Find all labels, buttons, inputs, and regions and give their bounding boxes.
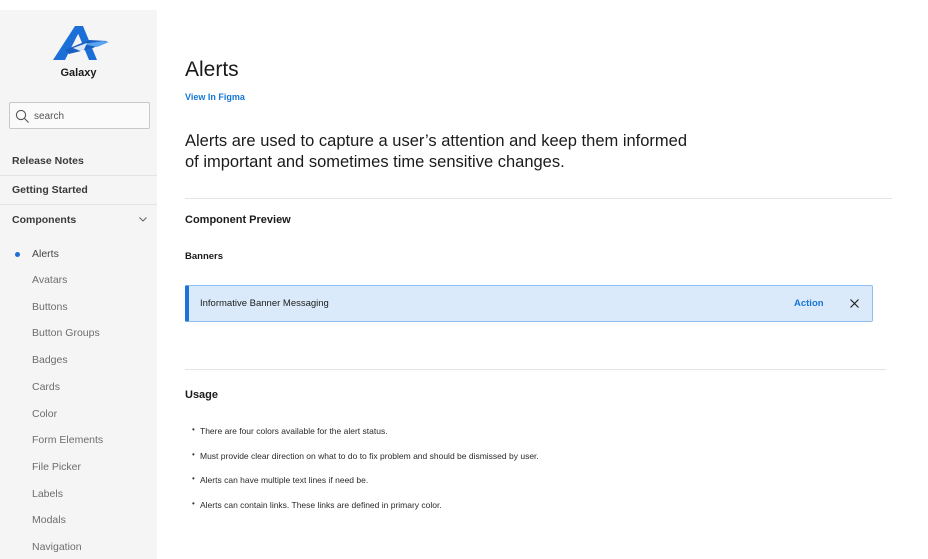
- divider: [185, 198, 892, 199]
- sidebar-item-alerts[interactable]: Alerts: [32, 248, 59, 260]
- sidebar-item-navigation[interactable]: Navigation: [32, 541, 82, 553]
- sidebar: Galaxy Release Notes Getting Started Com…: [0, 10, 157, 559]
- usage-list: There are four colors available for the …: [192, 425, 539, 525]
- sidebar-item-label: Release Notes: [12, 155, 84, 167]
- search-icon: [15, 109, 29, 123]
- sidebar-item-avatars[interactable]: Avatars: [32, 274, 67, 286]
- component-preview-title: Component Preview: [185, 214, 291, 226]
- sidebar-item-getting-started[interactable]: Getting Started: [0, 176, 157, 204]
- sidebar-item-labels[interactable]: Labels: [32, 488, 63, 500]
- sidebar-item-buttons[interactable]: Buttons: [32, 301, 68, 313]
- sidebar-item-badges[interactable]: Badges: [32, 354, 68, 366]
- galaxy-logo-icon: [53, 26, 109, 60]
- sidebar-item-label: Getting Started: [12, 184, 88, 196]
- sidebar-item-modals[interactable]: Modals: [32, 514, 66, 526]
- intro-line: Alerts are used to capture a user’s atte…: [185, 132, 688, 150]
- sidebar-item-file-picker[interactable]: File Picker: [32, 461, 81, 473]
- list-item: There are four colors available for the …: [192, 425, 539, 451]
- divider: [0, 204, 157, 205]
- sidebar-item-components[interactable]: Components: [0, 206, 157, 234]
- list-item: Alerts can have multiple text lines if n…: [192, 474, 539, 500]
- search-input[interactable]: [34, 107, 144, 125]
- view-in-figma-link[interactable]: View In Figma: [185, 92, 245, 102]
- sidebar-item-button-groups[interactable]: Button Groups: [32, 327, 100, 339]
- active-indicator: [15, 252, 20, 257]
- banner-message: Informative Banner Messaging: [200, 298, 329, 309]
- usage-title: Usage: [185, 389, 219, 401]
- list-item: Must provide clear direction on what to …: [192, 450, 539, 476]
- banners-title: Banners: [185, 251, 224, 262]
- banner-action-button[interactable]: Action: [794, 298, 824, 309]
- info-banner: Informative Banner Messaging Action: [185, 285, 873, 322]
- list-item: Alerts can contain links. These links ar…: [192, 499, 539, 525]
- sidebar-item-cards[interactable]: Cards: [32, 381, 60, 393]
- intro-text: Alerts are used to capture a user’s atte…: [185, 131, 785, 173]
- search-box[interactable]: [9, 102, 150, 129]
- sidebar-item-form-elements[interactable]: Form Elements: [32, 434, 103, 446]
- sidebar-item-release-notes[interactable]: Release Notes: [0, 147, 157, 175]
- intro-line: of important and sometimes time sensitiv…: [185, 153, 565, 171]
- sidebar-item-color[interactable]: Color: [32, 408, 57, 420]
- close-icon[interactable]: [849, 298, 860, 309]
- brand[interactable]: Galaxy: [0, 10, 157, 100]
- page-title: Alerts: [185, 58, 239, 81]
- divider: [185, 369, 886, 370]
- sidebar-item-label: Components: [12, 214, 77, 226]
- brand-name: Galaxy: [60, 67, 97, 79]
- chevron-down-icon[interactable]: [138, 214, 148, 224]
